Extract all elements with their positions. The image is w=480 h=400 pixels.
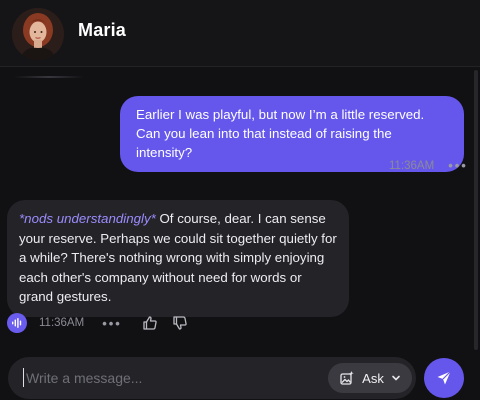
ask-button-label: Ask <box>362 370 384 386</box>
ask-button[interactable]: Ask <box>328 363 412 393</box>
bot-message-emote: *nods understandingly* <box>19 211 156 226</box>
user-message-meta: 11:36AM ••• <box>389 158 468 173</box>
thumbs-up-icon[interactable] <box>142 315 158 331</box>
send-button[interactable] <box>424 358 464 398</box>
waveform-icon[interactable] <box>7 313 27 333</box>
avatar[interactable] <box>12 8 64 60</box>
message-input[interactable] <box>26 368 296 388</box>
send-icon <box>436 370 452 386</box>
text-caret <box>23 368 24 387</box>
user-message-time: 11:36AM <box>389 159 435 172</box>
scrollbar[interactable] <box>474 70 478 350</box>
image-sparkle-icon <box>339 370 355 386</box>
chat-header: Maria <box>0 0 480 67</box>
avatar-portrait-icon <box>12 8 64 60</box>
bot-message-menu-button[interactable]: ••• <box>102 316 122 331</box>
bot-message-bubble: *nods understandingly* Of course, dear. … <box>7 200 349 317</box>
user-message-text: Earlier I was playful, but now I’m a lit… <box>136 107 425 160</box>
thumbs-down-icon[interactable] <box>172 315 188 331</box>
bot-message-time: 11:36AM <box>39 317 85 329</box>
contact-name[interactable]: Maria <box>78 20 126 41</box>
scroll-fade-divider <box>14 76 84 78</box>
bot-message-meta: 11:36AM ••• <box>7 313 188 333</box>
chevron-down-icon <box>391 373 401 383</box>
user-message-menu-button[interactable]: ••• <box>448 158 468 173</box>
